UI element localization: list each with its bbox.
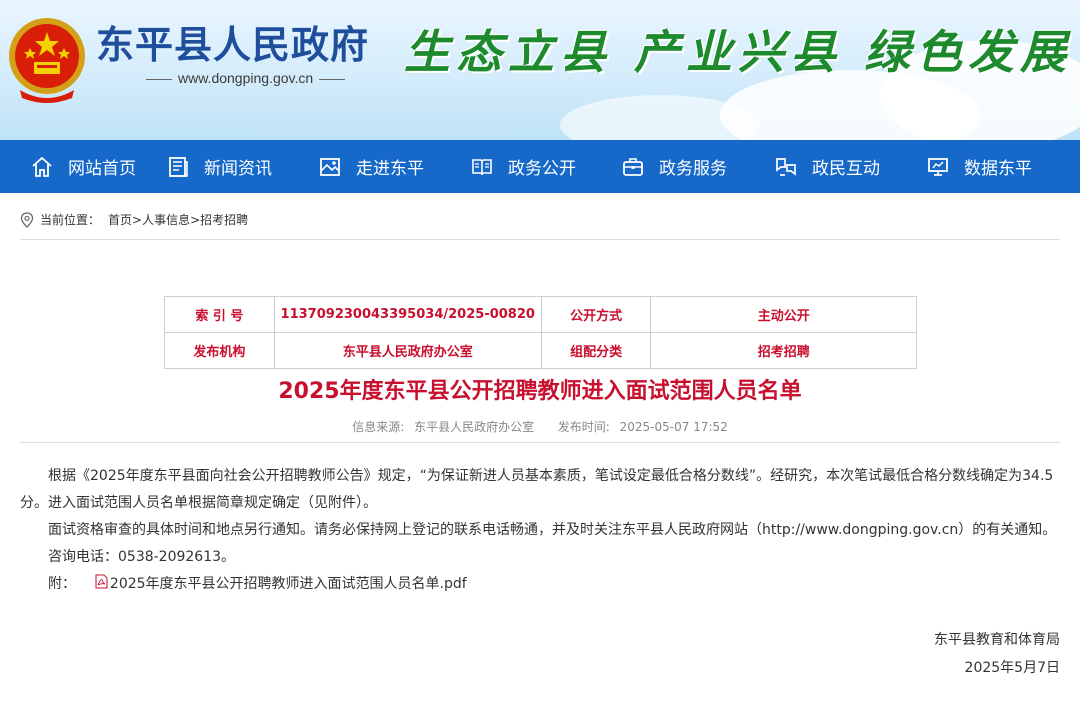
nav-item-label: 政民互动 xyxy=(812,159,880,179)
nav-item-label: 新闻资讯 xyxy=(204,159,272,179)
main-nav: 网站首页 新闻资讯 走进东平 政务公开 政务服务 政民互动 数据东平 xyxy=(0,140,1080,193)
article-paragraph: 根据《2025年度东平县面向社会公开招聘教师公告》规定，“为保证新进人员基本素质… xyxy=(20,468,1054,511)
pdf-icon xyxy=(95,574,108,589)
nav-item-label: 走进东平 xyxy=(356,159,424,179)
signature-org: 东平县教育和体育局 xyxy=(934,632,1060,648)
breadcrumb-link-recruitment[interactable]: 招考招聘 xyxy=(200,211,248,228)
breadcrumb-link-personnel[interactable]: 人事信息 xyxy=(142,211,190,228)
header-banner: 东平县人民政府 www.dongping.gov.cn 生态立县 产业兴县 绿色… xyxy=(0,0,1080,140)
nav-item-label: 政务服务 xyxy=(659,159,727,179)
news-icon xyxy=(169,156,188,177)
nav-item-label: 政务公开 xyxy=(508,159,576,179)
attachment-link[interactable]: 2025年度东平县公开招聘教师进入面试范围人员名单.pdf xyxy=(110,576,467,592)
article-title: 2025年度东平县公开招聘教师进入面试范围人员名单 xyxy=(278,379,802,404)
breadcrumb-prefix: 当前位置： xyxy=(40,213,101,227)
table-row: 索 引 号 113709230043395034/2025-00820 公开方式… xyxy=(164,296,917,333)
nav-item-label: 网站首页 xyxy=(68,159,136,179)
breadcrumb-link-home[interactable]: 首页 xyxy=(108,211,132,228)
breadcrumb-separator: > xyxy=(190,212,201,227)
breadcrumb: 当前位置： 首页 > 人事信息 > 招考招聘 xyxy=(20,211,248,228)
attachment-label: 附： xyxy=(48,576,76,592)
source-label: 信息来源: xyxy=(352,420,405,434)
nav-item-data[interactable]: 数据东平 xyxy=(926,140,1032,193)
meta-value-index: 113709230043395034/2025-00820 xyxy=(273,296,542,333)
interaction-icon xyxy=(776,157,796,176)
location-pin-icon xyxy=(20,211,34,228)
meta-label-category: 组配分类 xyxy=(540,332,652,369)
nav-item-interaction[interactable]: 政民互动 xyxy=(774,140,880,193)
article-paragraph: 咨询电话：0538-2092613。 xyxy=(48,549,236,565)
breadcrumb-separator: > xyxy=(132,212,143,227)
site-slogan: 生态立县 产业兴县 绿色发展 xyxy=(403,25,1072,79)
briefcase-icon xyxy=(623,157,643,176)
publish-time-label: 发布时间: xyxy=(557,420,610,434)
signature-date: 2025年5月7日 xyxy=(964,660,1060,676)
meta-label-index: 索 引 号 xyxy=(164,296,275,333)
article-body: 根据《2025年度东平县面向社会公开招聘教师公告》规定，“为保证新进人员基本素质… xyxy=(20,463,1060,598)
meta-label-publisher: 发布机构 xyxy=(164,332,275,369)
document-meta-table: 索 引 号 113709230043395034/2025-00820 公开方式… xyxy=(164,296,917,369)
article-info: 信息来源: 东平县人民政府办公室 发布时间: 2025-05-07 17:52 xyxy=(0,418,1080,435)
nav-item-label: 数据东平 xyxy=(964,159,1032,179)
nav-item-news[interactable]: 新闻资讯 xyxy=(166,140,272,193)
attachment-line: 附： 2025年度东平县公开招聘教师进入面试范围人员名单.pdf xyxy=(20,571,1060,598)
publish-time-value: 2025-05-07 17:52 xyxy=(619,420,728,434)
meta-value-category: 招考招聘 xyxy=(650,332,917,369)
national-emblem-icon xyxy=(9,18,85,103)
monitor-icon xyxy=(928,157,948,176)
divider xyxy=(20,442,1060,443)
source-value: 东平县人民政府办公室 xyxy=(414,420,535,434)
site-url: www.dongping.gov.cn xyxy=(140,70,351,86)
content-panel: 当前位置： 首页 > 人事信息 > 招考招聘 索 引 号 11370923004… xyxy=(0,193,1080,708)
table-row: 发布机构 东平县人民政府办公室 组配分类 招考招聘 xyxy=(164,332,917,369)
nav-item-home[interactable]: 网站首页 xyxy=(30,140,136,193)
nav-item-services[interactable]: 政务服务 xyxy=(621,140,727,193)
divider xyxy=(20,239,1060,240)
article-paragraph: 面试资格审查的具体时间和地点另行通知。请务必保持网上登记的联系电话畅通，并及时关… xyxy=(48,522,1057,538)
map-icon xyxy=(320,157,340,176)
nav-item-about[interactable]: 走进东平 xyxy=(318,140,424,193)
book-icon xyxy=(472,158,492,175)
nav-item-open-gov[interactable]: 政务公开 xyxy=(470,140,576,193)
site-title: 东平县人民政府 xyxy=(96,23,370,67)
meta-label-disclosure: 公开方式 xyxy=(540,296,652,333)
meta-value-publisher: 东平县人民政府办公室 xyxy=(273,332,542,369)
meta-value-disclosure: 主动公开 xyxy=(650,296,917,333)
home-icon xyxy=(32,156,52,177)
